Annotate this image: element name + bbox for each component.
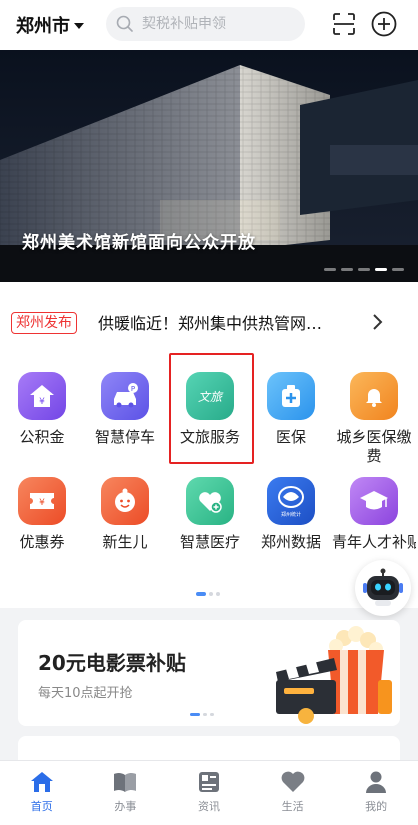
- banner-title: 郑州美术馆新馆面向公众开放: [22, 233, 256, 253]
- assistant-robot-button[interactable]: [355, 560, 411, 616]
- service-smart-parking[interactable]: P 智慧停车: [83, 372, 167, 447]
- newborn-icon: [101, 477, 149, 525]
- smart-parking-icon: P: [101, 372, 149, 420]
- service-label: 公积金: [19, 428, 65, 446]
- bottom-tab-bar: 首页 办事 资讯 生活 我的: [0, 760, 418, 825]
- chevron-right-icon[interactable]: [370, 312, 384, 332]
- service-label: 郑州数据: [260, 533, 321, 551]
- promo-card[interactable]: 20元电影票补贴 每天10点起开抢: [18, 620, 400, 726]
- svg-text:¥: ¥: [39, 397, 45, 407]
- banner-pagination: [324, 268, 404, 271]
- tab-services[interactable]: 办事: [84, 761, 168, 825]
- grid-dot: [216, 592, 220, 596]
- top-header: 郑州市: [0, 0, 418, 50]
- service-smart-healthcare[interactable]: 智慧医疗: [168, 477, 252, 552]
- service-youth-talent[interactable]: 青年人才补贴: [332, 477, 416, 552]
- promo-title: 20元电影票补贴: [38, 651, 186, 675]
- service-medical-payment[interactable]: 城乡医保缴费: [332, 372, 416, 466]
- banner-dot: [324, 268, 336, 271]
- service-label: 智慧停车: [94, 428, 155, 446]
- service-medical-insurance[interactable]: 医保: [249, 372, 333, 447]
- caret-down-icon: [74, 23, 84, 29]
- add-icon[interactable]: [371, 11, 397, 37]
- popcorn-clapper-illustration: [276, 626, 392, 724]
- service-label: 青年人才补贴: [332, 533, 416, 551]
- tab-profile[interactable]: 我的: [334, 761, 418, 825]
- data-logo-text: 郑州统计: [281, 511, 301, 518]
- service-housing-fund[interactable]: ¥ 公积金: [0, 372, 84, 447]
- housing-fund-icon: ¥: [18, 372, 66, 420]
- service-newborn[interactable]: 新生儿: [83, 477, 167, 552]
- service-culture-tourism[interactable]: 文旅 文旅服务: [168, 372, 252, 447]
- scan-icon[interactable]: [332, 12, 356, 36]
- service-label: 医保: [275, 428, 306, 446]
- user-icon: [366, 771, 387, 793]
- heart-icon: [281, 771, 304, 792]
- news-headline[interactable]: 供暖临近！郑州集中供热管网…: [98, 310, 322, 334]
- banner-dot-active: [375, 268, 387, 271]
- culture-tourism-icon: 文旅: [186, 372, 234, 420]
- smart-healthcare-icon: [186, 477, 234, 525]
- service-zhengzhou-data[interactable]: 郑州统计 郑州数据: [249, 477, 333, 552]
- service-label: 城乡医保缴费: [336, 428, 412, 465]
- promo-dot-active: [190, 713, 200, 716]
- medical-insurance-icon: [267, 372, 315, 420]
- svg-text:文旅: 文旅: [198, 390, 224, 404]
- grid-pagination: [196, 592, 220, 596]
- tab-label: 生活: [281, 800, 304, 813]
- promo-pagination: [190, 713, 214, 716]
- tab-home[interactable]: 首页: [0, 761, 84, 825]
- robot-icon: [363, 568, 403, 606]
- promo-dot: [210, 713, 214, 716]
- search-input[interactable]: [142, 16, 292, 32]
- service-label: 优惠券: [19, 533, 65, 551]
- svg-text:¥: ¥: [39, 498, 45, 508]
- grid-dot: [209, 592, 213, 596]
- banner-dot: [392, 268, 404, 271]
- search-icon: [116, 15, 133, 32]
- tab-label: 我的: [365, 800, 388, 813]
- zhengzhou-data-icon: 郑州统计: [267, 477, 315, 525]
- news-icon: [198, 772, 219, 792]
- promo-subtitle: 每天10点起开抢: [38, 686, 133, 701]
- service-label: 智慧医疗: [179, 533, 240, 551]
- news-badge: 郑州发布: [11, 312, 77, 334]
- youth-talent-icon: [350, 477, 398, 525]
- tab-life[interactable]: 生活: [251, 761, 335, 825]
- service-label: 新生儿: [102, 533, 148, 551]
- tab-label: 办事: [114, 800, 137, 813]
- service-label: 文旅服务: [179, 428, 240, 446]
- svg-text:P: P: [131, 385, 135, 393]
- service-coupon[interactable]: ¥ 优惠券: [0, 477, 84, 552]
- home-icon: [30, 772, 53, 792]
- banner-dot: [358, 268, 370, 271]
- book-icon: [114, 773, 137, 792]
- city-selector[interactable]: 郑州市: [16, 12, 84, 38]
- tab-label: 资讯: [197, 800, 220, 813]
- news-ticker[interactable]: 郑州发布 供暖临近！郑州集中供热管网…: [0, 282, 418, 362]
- tab-label: 首页: [30, 800, 53, 813]
- banner-dot: [341, 268, 353, 271]
- service-grid: ¥ 公积金 P 智慧停车 文旅 文旅服务 医保 城乡医保缴费 ¥ 优惠券 新生儿…: [0, 362, 418, 608]
- search-bar[interactable]: [106, 7, 305, 41]
- grid-dot-active: [196, 592, 206, 596]
- medical-payment-icon: [350, 372, 398, 420]
- city-label: 郑州市: [16, 16, 70, 37]
- hero-banner[interactable]: 郑州美术馆新馆面向公众开放: [0, 50, 418, 282]
- tab-news[interactable]: 资讯: [167, 761, 251, 825]
- coupon-icon: ¥: [18, 477, 66, 525]
- promo-dot: [203, 713, 207, 716]
